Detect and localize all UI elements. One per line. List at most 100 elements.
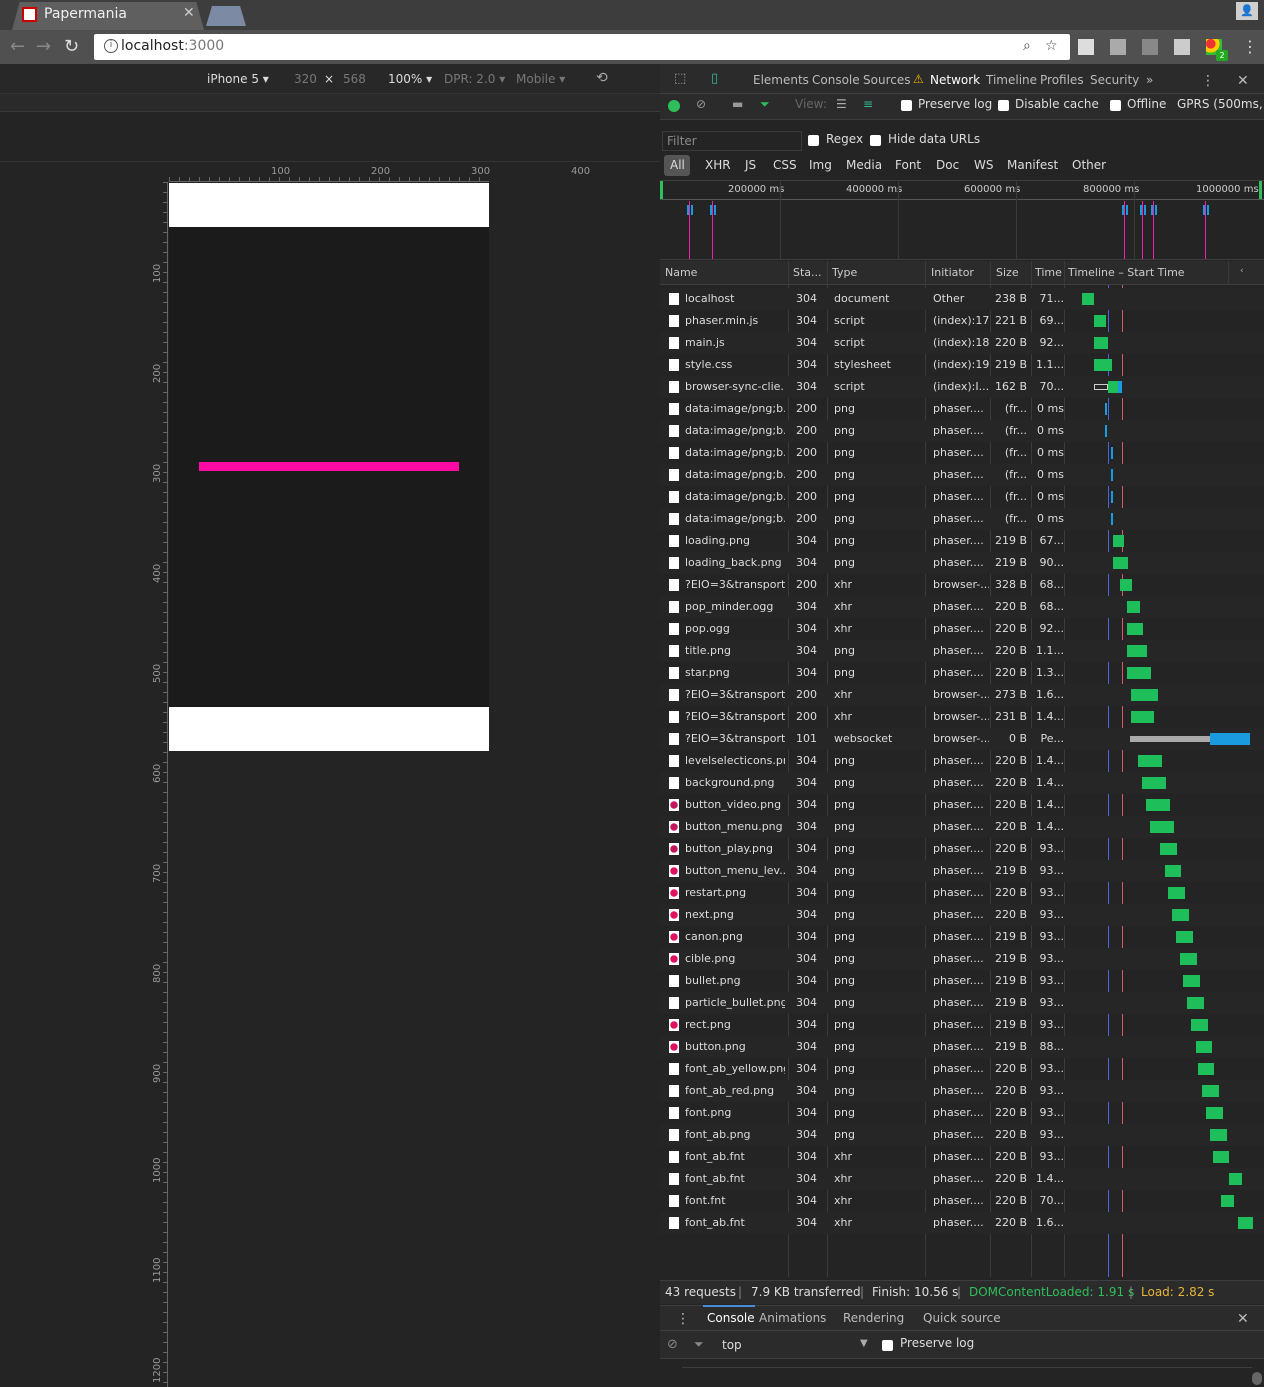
type-filter-font[interactable]: Font xyxy=(895,158,921,172)
request-name[interactable]: data:image/png;b... xyxy=(685,468,785,481)
request-initiator[interactable]: phaser.... xyxy=(933,1084,989,1097)
request-initiator[interactable]: phaser.... xyxy=(933,1040,989,1053)
clear-icon[interactable]: ⊘ xyxy=(696,97,706,111)
mode-select[interactable]: Mobile ▾ xyxy=(516,72,565,86)
request-name[interactable]: data:image/png;b... xyxy=(685,424,785,437)
request-initiator[interactable]: phaser.... xyxy=(933,908,989,921)
column-header-1[interactable]: Sta... xyxy=(793,266,822,279)
tab-sources[interactable]: Sources xyxy=(863,73,910,87)
request-initiator[interactable]: browser-... xyxy=(933,710,989,723)
request-name[interactable]: next.png xyxy=(685,908,785,921)
request-name[interactable]: font_ab.fnt xyxy=(685,1172,785,1185)
table-row[interactable]: pop_minder.ogg 304 xhr phaser.... 220 B 68... xyxy=(660,596,1264,618)
request-initiator[interactable]: (index):I... xyxy=(933,380,989,393)
table-row[interactable]: ?EIO=3&transport... 200 xhr browser-... 328 … xyxy=(660,574,1264,596)
request-initiator[interactable]: phaser.... xyxy=(933,534,989,547)
table-row[interactable]: button_menu_lev... 304 png phaser.... 219 B 9… xyxy=(660,860,1264,882)
request-name[interactable]: data:image/png;b... xyxy=(685,446,785,459)
request-name[interactable]: canon.png xyxy=(685,930,785,943)
context-dropdown-icon[interactable]: ▼ xyxy=(860,1338,868,1349)
request-initiator[interactable]: browser-... xyxy=(933,732,989,745)
drawer-tab-animations[interactable]: Animations xyxy=(759,1311,826,1325)
preserve-log-checkbox[interactable] xyxy=(901,100,912,111)
request-initiator[interactable]: phaser.... xyxy=(933,1216,989,1229)
type-filter-doc[interactable]: Doc xyxy=(936,158,959,172)
devtools-close-icon[interactable]: ✕ xyxy=(1237,73,1249,89)
table-row[interactable]: cible.png 304 png phaser.... 219 B 93... xyxy=(660,948,1264,970)
type-filter-media[interactable]: Media xyxy=(846,158,882,172)
column-header-0[interactable]: Name xyxy=(665,266,697,279)
request-name[interactable]: bullet.png xyxy=(685,974,785,987)
request-initiator[interactable]: phaser.... xyxy=(933,930,989,943)
column-header-4[interactable]: Size xyxy=(996,266,1019,279)
inspect-icon[interactable]: ⬚ xyxy=(674,71,686,86)
apps-grid-icon[interactable] xyxy=(1174,39,1190,55)
request-name[interactable]: button_menu.png xyxy=(685,820,785,833)
request-initiator[interactable]: (index):19 xyxy=(933,358,989,371)
request-initiator[interactable]: phaser.... xyxy=(933,512,989,525)
request-initiator[interactable]: phaser.... xyxy=(933,490,989,503)
filter-input[interactable]: Filter xyxy=(662,131,802,151)
request-initiator[interactable]: browser-... xyxy=(933,688,989,701)
request-name[interactable]: phaser.min.js xyxy=(685,314,785,327)
request-initiator[interactable]: phaser.... xyxy=(933,1018,989,1031)
request-name[interactable]: data:image/png;b... xyxy=(685,490,785,503)
request-name[interactable]: browser-sync-clie... xyxy=(685,380,785,393)
request-initiator[interactable]: phaser.... xyxy=(933,446,989,459)
type-filter-all[interactable]: All xyxy=(670,158,685,172)
extension-icon[interactable] xyxy=(1078,39,1094,55)
request-initiator[interactable]: phaser.... xyxy=(933,842,989,855)
disable-cache-checkbox[interactable] xyxy=(998,100,1009,111)
reload-icon[interactable]: ↻ xyxy=(64,36,79,57)
request-initiator[interactable]: phaser.... xyxy=(933,776,989,789)
table-row[interactable]: bullet.png 304 png phaser.... 219 B 93... xyxy=(660,970,1264,992)
device-select[interactable]: iPhone 5 ▾ xyxy=(207,72,269,86)
device-height-input[interactable]: 568 xyxy=(343,72,366,86)
drawer-tab-rendering[interactable]: Rendering xyxy=(843,1311,904,1325)
back-icon[interactable]: ← xyxy=(10,36,25,57)
request-initiator[interactable]: phaser.... xyxy=(933,1194,989,1207)
request-name[interactable]: ?EIO=3&transport... xyxy=(685,710,785,723)
table-row[interactable]: browser-sync-clie... 304 script (index):I..… xyxy=(660,376,1264,398)
request-initiator[interactable]: browser-... xyxy=(933,578,989,591)
table-row[interactable]: font.fnt 304 xhr phaser.... 220 B 70... xyxy=(660,1190,1264,1212)
request-name[interactable]: loading_back.png xyxy=(685,556,785,569)
table-row[interactable]: ?EIO=3&transport... 200 xhr browser-... 231 … xyxy=(660,706,1264,728)
table-row[interactable]: font_ab_yellow.png 304 png phaser.... 220 B 9… xyxy=(660,1058,1264,1080)
request-name[interactable]: button_menu_lev... xyxy=(685,864,785,877)
tab-security[interactable]: Security xyxy=(1090,73,1139,87)
list-view-icon[interactable]: ☰ xyxy=(836,97,847,111)
rotate-icon[interactable]: ⟲ xyxy=(596,70,608,86)
table-row[interactable]: font_ab.fnt 304 xhr phaser.... 220 B 93... xyxy=(660,1146,1264,1168)
table-row[interactable]: phaser.min.js 304 script (index):17 221 B 69.… xyxy=(660,310,1264,332)
hide-data-urls-checkbox[interactable] xyxy=(870,135,881,146)
column-header-3[interactable]: Initiator xyxy=(931,266,974,279)
request-name[interactable]: button.png xyxy=(685,1040,785,1053)
request-initiator[interactable]: (index):17 xyxy=(933,314,989,327)
table-row[interactable]: data:image/png;b... 200 png phaser.... (fr..… xyxy=(660,442,1264,464)
table-row[interactable]: pop.ogg 304 xhr phaser.... 220 B 92... xyxy=(660,618,1264,640)
request-initiator[interactable]: phaser.... xyxy=(933,754,989,767)
request-initiator[interactable]: phaser.... xyxy=(933,556,989,569)
table-row[interactable]: star.png 304 png phaser.... 220 B 1.3... xyxy=(660,662,1264,684)
table-row[interactable]: font_ab_red.png 304 png phaser.... 220 B 93..… xyxy=(660,1080,1264,1102)
request-name[interactable]: style.css xyxy=(685,358,785,371)
table-row[interactable]: localhost 304 document Other 238 B 71... xyxy=(660,288,1264,310)
console-clear-icon[interactable]: ⊘ xyxy=(667,1337,678,1352)
drawer-close-icon[interactable]: ✕ xyxy=(1237,1311,1249,1327)
request-initiator[interactable]: phaser.... xyxy=(933,1128,989,1141)
table-row[interactable]: button.png 304 png phaser.... 219 B 88... xyxy=(660,1036,1264,1058)
table-row[interactable]: title.png 304 png phaser.... 220 B 1.1... xyxy=(660,640,1264,662)
tab-profiles[interactable]: Profiles xyxy=(1040,73,1084,87)
new-tab-button[interactable] xyxy=(206,6,246,26)
device-width-input[interactable]: 320 xyxy=(294,72,317,86)
table-row[interactable]: button_menu.png 304 png phaser.... 220 B 1.4.… xyxy=(660,816,1264,838)
request-name[interactable]: star.png xyxy=(685,666,785,679)
request-name[interactable]: rect.png xyxy=(685,1018,785,1031)
type-filter-img[interactable]: Img xyxy=(809,158,832,172)
table-row[interactable]: loading_back.png 304 png phaser.... 219 B 90.… xyxy=(660,552,1264,574)
request-initiator[interactable]: phaser.... xyxy=(933,1172,989,1185)
request-name[interactable]: ?EIO=3&transport... xyxy=(685,688,785,701)
request-name[interactable]: data:image/png;b... xyxy=(685,402,785,415)
table-row[interactable]: data:image/png;b... 200 png phaser.... (fr..… xyxy=(660,486,1264,508)
